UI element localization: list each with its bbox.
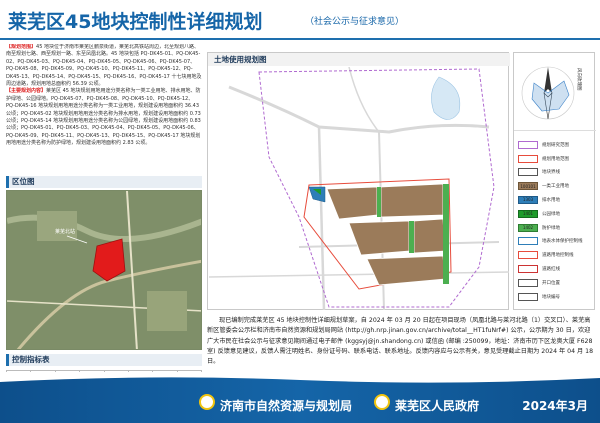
left-panel: 【规划范围】45 地块位于济南市莱芜区鹏泉街道，莱芜北高铁站周边，北至规划八路、… — [6, 44, 202, 413]
legend-item: 地块界线 — [518, 167, 594, 179]
land-use-map-title: 土地使用规划图 — [208, 53, 510, 66]
footer-date: 2024年3月 — [522, 399, 588, 413]
page-header: 莱芜区45地块控制性详细规划 （社会公示与征求意见） — [0, 0, 600, 40]
page-title: 莱芜区45地块控制性详细规划 — [8, 11, 263, 33]
legend-item: 1401 公园绿地 — [518, 208, 594, 220]
legend-swatch: 100101 — [518, 182, 538, 191]
footer-org-government: 莱芜区人民政府 — [395, 399, 480, 413]
north-compass-icon: 风向玫瑰图 — [521, 66, 583, 120]
legend-swatch — [518, 154, 538, 163]
index-table-label: 控制指标表 — [6, 354, 202, 366]
public-notice: 现已编制完成莱芜区 45 地块控制性详细规划草案，自 2024 年 03 月 2… — [207, 317, 594, 366]
legend-swatch — [518, 278, 538, 287]
legend-item: 1303 排水用地 — [518, 194, 594, 206]
content-tag: 【主要规划内容】 — [6, 88, 47, 95]
page-subtitle: （社会公示与征求意见） — [305, 17, 405, 27]
legend-label: 地块界线 — [542, 170, 560, 176]
legend-swatch — [518, 140, 538, 149]
north-arrow-panel: 风向玫瑰图 — [514, 53, 596, 131]
legend-swatch: 1401 — [518, 209, 538, 218]
legend-label: 开口位置 — [542, 280, 560, 286]
land-use-map[interactable] — [209, 67, 509, 310]
scope-tag: 【规划范围】 — [6, 44, 37, 50]
legend-item: 道路用地控制线 — [518, 249, 594, 261]
legend-item: 地块编号 — [518, 291, 594, 303]
scope-text: 45 地块位于济南市莱芜区鹏泉街道，莱芜北高铁站周边，北至规划八路、南至规划七路… — [6, 44, 202, 88]
legend-label: 一类工业用地 — [542, 184, 569, 190]
legend-label: 道路用地控制线 — [542, 253, 574, 259]
footer-wave-decoration — [0, 372, 600, 383]
legend-label: 公园绿地 — [542, 211, 560, 217]
legend-label: 地块编号 — [542, 294, 560, 300]
legend-label: 防护绿地 — [542, 225, 560, 231]
legend-label: 规划研究范围 — [542, 142, 569, 148]
legend-swatch — [518, 237, 538, 246]
legend-list: 规划研究范围 规划用地范围 地块界线 100101 一类工业用地 1303 排水用地 1401… — [518, 139, 594, 305]
page-footer: 济南市自然资源与规划局 莱芜区人民政府 2024年3月 — [0, 372, 600, 423]
legend-label: 规划用地范围 — [542, 156, 569, 162]
legend-swatch — [518, 264, 538, 273]
government-emblem-icon — [374, 394, 390, 410]
legend-item: 道路红线 — [518, 263, 594, 275]
legend-item: 规划研究范围 — [518, 139, 594, 151]
location-map-graphic: 莱芜北站 — [7, 191, 201, 349]
bureau-emblem-icon — [199, 394, 215, 410]
legend-item: 开口位置 — [518, 277, 594, 289]
legend-item: 规划用地范围 — [518, 153, 594, 165]
legend-swatch — [518, 168, 538, 177]
legend-swatch: 1402 — [518, 223, 538, 232]
svg-text:莱芜北站: 莱芜北站 — [55, 228, 75, 235]
planning-description: 【规划范围】45 地块位于济南市莱芜区鹏泉街道，莱芜北高铁站周边，北至规划八路、… — [6, 44, 202, 174]
legend-swatch — [518, 292, 538, 301]
location-map-label: 区位图 — [6, 176, 202, 188]
location-map[interactable]: 莱芜北站 — [6, 190, 202, 350]
legend-swatch — [518, 251, 538, 260]
legend-label: 道路红线 — [542, 266, 560, 272]
legend-swatch: 1303 — [518, 195, 538, 204]
footer-org-bureau: 济南市自然资源与规划局 — [220, 399, 353, 413]
legend-item: 地表水体保护控制线 — [518, 236, 594, 248]
legend-item: 100101 一类工业用地 — [518, 180, 594, 192]
legend-label: 地表水体保护控制线 — [542, 239, 583, 245]
legend-item: 1402 防护绿地 — [518, 222, 594, 234]
legend-label: 排水用地 — [542, 197, 560, 203]
wind-rose-label: 风向玫瑰图 — [576, 68, 583, 91]
content-text: 莱芜区 45 地块规划用地用途分类名称为一类工业用地、排水用地、防护绿地、公园绿… — [6, 88, 201, 147]
land-use-map-panel: 土地使用规划图 — [207, 52, 510, 310]
legend-panel: 风向玫瑰图 规划研究范围 规划用地范围 地块界线 100101 一类工业用地 1303 排水… — [513, 52, 596, 310]
